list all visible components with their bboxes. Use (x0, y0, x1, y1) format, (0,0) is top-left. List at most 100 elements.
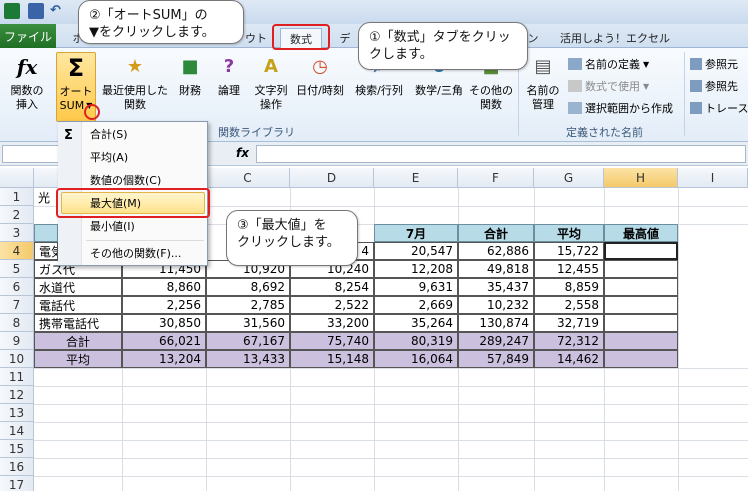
cell-f10[interactable]: 57,849 (458, 350, 534, 368)
header-cell-a3[interactable] (34, 224, 58, 242)
cell-c8[interactable]: 31,560 (206, 314, 290, 332)
row-header-14[interactable]: 14 (0, 422, 34, 440)
cell-g7[interactable]: 2,558 (534, 296, 604, 314)
row-header-3[interactable]: 3 (0, 224, 34, 242)
tab-file[interactable]: ファイル (0, 24, 56, 48)
cell-h6[interactable] (604, 278, 678, 296)
cell-c7[interactable]: 2,785 (206, 296, 290, 314)
cell-a6[interactable]: 水道代 (34, 278, 122, 296)
text-button[interactable]: A 文字列 操作 (250, 52, 292, 122)
cell-a8[interactable]: 携帯電話代 (34, 314, 122, 332)
header-cell-e3[interactable]: 7月 (374, 224, 458, 242)
active-cell-h4[interactable] (604, 242, 678, 260)
row-header-16[interactable]: 16 (0, 458, 34, 476)
cell-e9[interactable]: 80,319 (374, 332, 458, 350)
menu-item-count[interactable]: 数値の個数(C) (90, 170, 161, 190)
logical-button[interactable]: ? 論理 (214, 52, 244, 122)
cell-b9[interactable]: 66,021 (122, 332, 206, 350)
cell-f5[interactable]: 49,818 (458, 260, 534, 278)
cell-f6[interactable]: 35,437 (458, 278, 534, 296)
row-header-11[interactable]: 11 (0, 368, 34, 386)
row-header-4[interactable]: 4 (0, 242, 34, 260)
row-header-9[interactable]: 9 (0, 332, 34, 350)
row-header-15[interactable]: 15 (0, 440, 34, 458)
cell-e8[interactable]: 35,264 (374, 314, 458, 332)
financial-button[interactable]: ■ 財務 (172, 52, 208, 122)
header-cell-h3[interactable]: 最高値 (604, 224, 678, 242)
cell-a7[interactable]: 電話代 (34, 296, 122, 314)
column-header-f[interactable]: F (458, 168, 534, 188)
trace-dependents-button[interactable]: 参照先 (690, 78, 738, 94)
cell-c10[interactable]: 13,433 (206, 350, 290, 368)
cell-b8[interactable]: 30,850 (122, 314, 206, 332)
header-cell-g3[interactable]: 平均 (534, 224, 604, 242)
cell-g6[interactable]: 8,859 (534, 278, 604, 296)
cell-d10[interactable]: 15,148 (290, 350, 374, 368)
cell-f4[interactable]: 62,886 (458, 242, 534, 260)
trace-button[interactable]: トレース (690, 100, 748, 116)
insert-function-button[interactable]: fx 関数の 挿入 (2, 52, 52, 122)
row-header-12[interactable]: 12 (0, 386, 34, 404)
column-header-i[interactable]: I (678, 168, 748, 188)
undo-icon[interactable]: ↶ (50, 3, 66, 19)
cell-f7[interactable]: 10,232 (458, 296, 534, 314)
cell-c6[interactable]: 8,692 (206, 278, 290, 296)
cell-d6[interactable]: 8,254 (290, 278, 374, 296)
cell-d7[interactable]: 2,522 (290, 296, 374, 314)
cell-e5[interactable]: 12,208 (374, 260, 458, 278)
column-header-d[interactable]: D (290, 168, 374, 188)
cell-e6[interactable]: 9,631 (374, 278, 458, 296)
cell-h10[interactable] (604, 350, 678, 368)
column-header-c[interactable]: C (206, 168, 290, 188)
row-header-8[interactable]: 8 (0, 314, 34, 332)
tab-data[interactable]: デ (338, 28, 352, 48)
cell-b7[interactable]: 2,256 (122, 296, 206, 314)
cell-h8[interactable] (604, 314, 678, 332)
cell-g5[interactable]: 12,455 (534, 260, 604, 278)
cell-g9[interactable]: 72,312 (534, 332, 604, 350)
cell-g10[interactable]: 14,462 (534, 350, 604, 368)
cell-h7[interactable] (604, 296, 678, 314)
cell-b6[interactable]: 8,860 (122, 278, 206, 296)
cell-f8[interactable]: 130,874 (458, 314, 534, 332)
menu-item-min[interactable]: 最小値(I) (90, 216, 135, 236)
fx-button[interactable]: fx (236, 146, 249, 160)
cell-d9[interactable]: 75,740 (290, 332, 374, 350)
cell-e4[interactable]: 20,547 (374, 242, 458, 260)
cell-g4[interactable]: 15,722 (534, 242, 604, 260)
cell-g8[interactable]: 32,719 (534, 314, 604, 332)
cell-e7[interactable]: 2,669 (374, 296, 458, 314)
column-header-e[interactable]: E (374, 168, 458, 188)
use-in-formula-button[interactable]: 数式で使用 ▼ (568, 78, 649, 94)
select-all-corner[interactable] (0, 168, 34, 188)
header-cell-f3[interactable]: 合計 (458, 224, 534, 242)
column-header-g[interactable]: G (534, 168, 604, 188)
cell-h9[interactable] (604, 332, 678, 350)
column-header-h[interactable]: H (604, 168, 678, 188)
cell-a9[interactable]: 合計 (34, 332, 122, 350)
row-header-7[interactable]: 7 (0, 296, 34, 314)
menu-item-more-functions[interactable]: その他の関数(F)... (90, 243, 181, 263)
row-header-1[interactable]: 1 (0, 188, 34, 206)
define-name-button[interactable]: 名前の定義 ▼ (568, 56, 649, 72)
cell-f9[interactable]: 289,247 (458, 332, 534, 350)
tab-view[interactable]: ン (526, 28, 540, 48)
row-header-6[interactable]: 6 (0, 278, 34, 296)
cell-b10[interactable]: 13,204 (122, 350, 206, 368)
name-manager-button[interactable]: ▤ 名前の 管理 (522, 52, 564, 122)
menu-item-sum[interactable]: 合計(S) (90, 124, 128, 144)
menu-item-average[interactable]: 平均(A) (90, 147, 128, 167)
save-icon[interactable] (28, 3, 44, 19)
cell-c9[interactable]: 67,167 (206, 332, 290, 350)
tab-page-layout[interactable]: ウト (244, 28, 268, 48)
row-header-13[interactable]: 13 (0, 404, 34, 422)
cell-d8[interactable]: 33,200 (290, 314, 374, 332)
cell-a4[interactable]: 電気 (34, 242, 58, 260)
formula-input[interactable] (256, 145, 746, 163)
datetime-button[interactable]: ◷ 日付/時刻 (294, 52, 346, 122)
cell-e10[interactable]: 16,064 (374, 350, 458, 368)
trace-precedents-button[interactable]: 参照元 (690, 56, 738, 72)
cell-h5[interactable] (604, 260, 678, 278)
row-header-2[interactable]: 2 (0, 206, 34, 224)
row-header-17[interactable]: 17 (0, 476, 34, 491)
